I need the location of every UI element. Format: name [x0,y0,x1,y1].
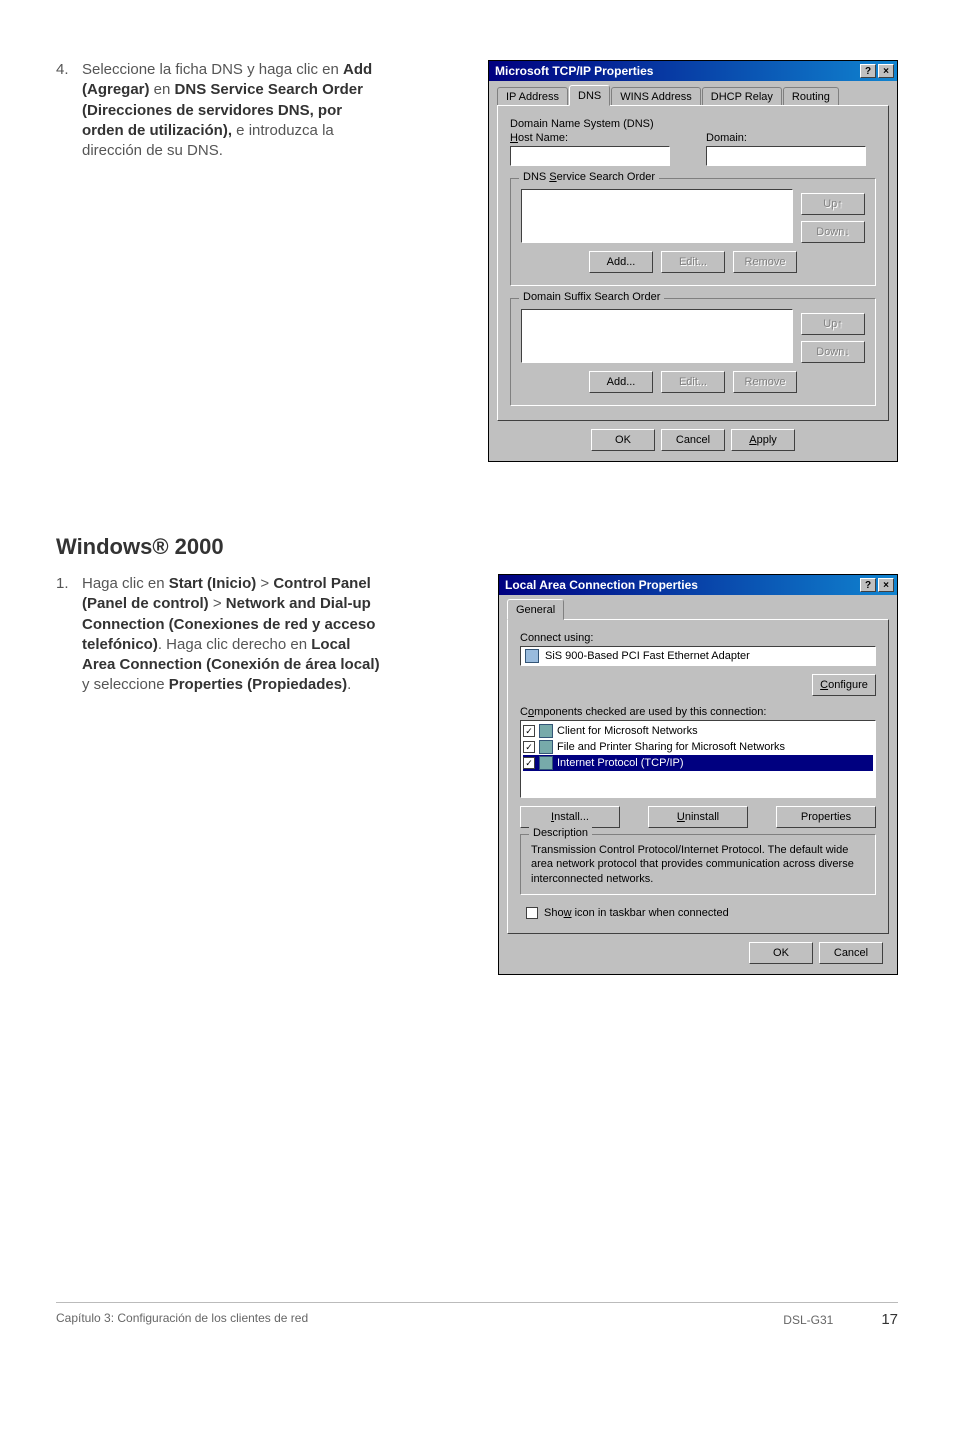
domain-suffix-add-button[interactable]: Add... [589,371,653,393]
list-item-selected[interactable]: ✓ Internet Protocol (TCP/IP) [523,755,873,771]
lan-title: Local Area Connection Properties [505,578,698,592]
domain-suffix-legend: Domain Suffix Search Order [519,291,664,303]
general-pane: Connect using: SiS 900-Based PCI Fast Et… [507,619,889,934]
dns-tab-pane: Domain Name System (DNS) Host Name: DDom… [497,105,889,421]
domain-suffix-edit-button[interactable]: Edit... [661,371,725,393]
domain-suffix-down-button[interactable]: Down↓ [801,341,865,363]
step4-before: Seleccione la ficha DNS y haga clic en [82,61,343,78]
show-icon-checkbox-row[interactable]: Show icon in taskbar when connected [526,907,876,919]
tcpip-help-button[interactable]: ? [860,64,876,78]
configure-button[interactable]: Configure [812,674,876,696]
page-footer: Capítulo 3: Configuración de los cliente… [56,1302,898,1328]
dns-service-legend: DNS Service Search Order [519,171,659,183]
adapter-name: SiS 900-Based PCI Fast Ethernet Adapter [545,650,750,662]
install-button[interactable]: Install... [520,806,620,828]
lan-help-button[interactable]: ? [860,578,876,592]
tab-general[interactable]: General [507,599,564,620]
component-icon [539,740,553,754]
windows-2000-heading: Windows® 2000 [56,534,898,560]
show-icon-checkbox[interactable] [526,907,538,919]
uninstall-button[interactable]: Uninstall [648,806,748,828]
step1-text: 1. Haga clic en Start (Inicio) > Control… [56,574,386,975]
properties-button[interactable]: PProperties [776,806,876,828]
tab-routing[interactable]: Routing [783,87,839,106]
description-text: Transmission Control Protocol/Internet P… [531,843,865,886]
dns-service-edit-button[interactable]: Edit... [661,251,725,273]
lan-ok-button[interactable]: OK [749,942,813,964]
lan-tabs: General [507,601,889,620]
lan-close-button[interactable]: × [878,578,894,592]
tab-dns[interactable]: DNS [569,85,610,106]
step4-mid1: en [150,81,175,98]
footer-model: DSL-G31 [783,1313,833,1327]
tcpip-apply-button[interactable]: Apply [731,429,795,451]
footer-page-number: 17 [881,1311,898,1328]
domain-suffix-search-order-group: Domain Suffix Search Order Up↑ Down↓ Add… [510,298,876,406]
domain-suffix-up-button[interactable]: Up↑ [801,313,865,335]
dns-service-up-button[interactable]: Up↑ [801,193,865,215]
lan-properties-dialog: Local Area Connection Properties ? × Gen… [498,574,898,975]
adapter-field: SiS 900-Based PCI Fast Ethernet Adapter [520,646,876,666]
lan-cancel-button[interactable]: Cancel [819,942,883,964]
list-item[interactable]: ✓ File and Printer Sharing for Microsoft… [523,739,873,755]
adapter-icon [525,649,539,663]
dns-system-label: Domain Name System (DNS) [510,118,876,130]
tcpip-properties-dialog: Microsoft TCP/IP Properties ? × IP Addre… [488,60,898,462]
domain-suffix-remove-button[interactable]: Remove [733,371,797,393]
dns-service-add-button[interactable]: Add... [589,251,653,273]
host-name-input[interactable] [510,146,670,166]
tcpip-title: Microsoft TCP/IP Properties [495,64,653,78]
tcpip-tabs: IP Address DNS WINS Address DHCP Relay R… [497,87,889,106]
dns-service-list[interactable] [521,189,793,243]
description-group: Description Transmission Control Protoco… [520,834,876,895]
domain-suffix-list[interactable] [521,309,793,363]
domain-input[interactable] [706,146,866,166]
footer-chapter: Capítulo 3: Configuración de los cliente… [56,1311,308,1328]
description-legend: Description [529,827,592,839]
domain-label: DDomain:omain: [706,132,866,144]
host-name-label: Host Name: [510,132,670,144]
tab-dhcp-relay[interactable]: DHCP Relay [702,87,782,106]
tcpip-close-button[interactable]: × [878,64,894,78]
component-icon [539,756,553,770]
checkbox-icon[interactable]: ✓ [523,741,535,753]
tab-wins-address[interactable]: WINS Address [611,87,701,106]
tab-ip-address[interactable]: IP Address [497,87,568,106]
components-label: Components checked are used by this conn… [520,706,876,718]
checkbox-icon[interactable]: ✓ [523,757,535,769]
checkbox-icon[interactable]: ✓ [523,725,535,737]
connect-using-label: Connect using: [520,632,876,644]
step4-number: 4. [56,60,82,161]
step1-number: 1. [56,574,82,696]
dns-service-remove-button[interactable]: Remove [733,251,797,273]
component-icon [539,724,553,738]
dns-service-down-button[interactable]: Down↓ [801,221,865,243]
components-list[interactable]: ✓ Client for Microsoft Networks ✓ File a… [520,720,876,798]
list-item[interactable]: ✓ Client for Microsoft Networks [523,723,873,739]
tcpip-cancel-button[interactable]: Cancel [661,429,725,451]
tcpip-titlebar: Microsoft TCP/IP Properties ? × [489,61,897,81]
step4-text: 4. Seleccione la ficha DNS y haga clic e… [56,60,386,462]
show-icon-label: Show icon in taskbar when connected [544,907,729,919]
tcpip-ok-button[interactable]: OK [591,429,655,451]
dns-service-search-order-group: DNS Service Search Order Up↑ Down↓ Add..… [510,178,876,286]
lan-titlebar: Local Area Connection Properties ? × [499,575,897,595]
